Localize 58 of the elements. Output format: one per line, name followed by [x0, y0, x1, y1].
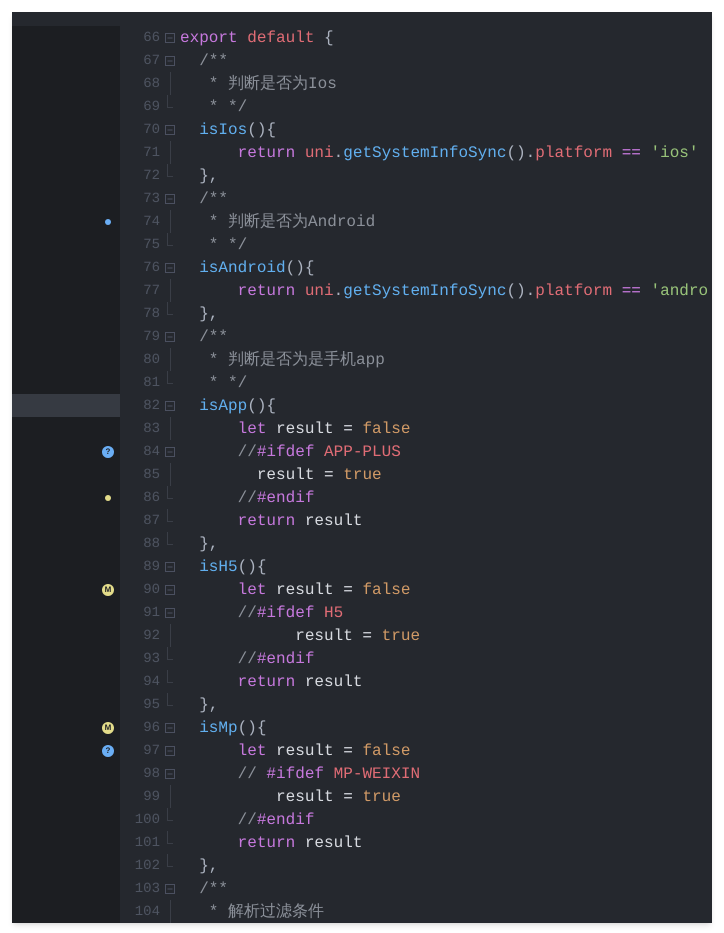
- code-line: isAndroid(){: [198, 260, 314, 276]
- code-line: //#ifdef APP-PLUS: [236, 444, 401, 460]
- status-badge: ?: [102, 744, 114, 756]
- status-badge: ?: [102, 446, 114, 458]
- code-line: /**: [198, 880, 228, 896]
- code-line: // #ifdef MP-WEIXIN: [236, 766, 420, 782]
- code-line: let result = false: [236, 582, 410, 598]
- code-line: result = true: [294, 628, 420, 644]
- code-line: * 解析过滤条件: [208, 904, 324, 920]
- code-line: },: [198, 168, 218, 184]
- fold-icon[interactable]: [165, 722, 175, 732]
- code-line: isIos(){: [198, 122, 276, 138]
- code-line: let result = false: [236, 742, 410, 758]
- fold-icon[interactable]: [165, 884, 175, 894]
- fold-icon[interactable]: [165, 332, 175, 342]
- fold-icon[interactable]: [165, 262, 175, 272]
- code-line: //#endif: [236, 812, 314, 828]
- code-line: /**: [198, 52, 228, 68]
- fold-icon[interactable]: [165, 124, 175, 134]
- status-badge: M: [102, 584, 114, 596]
- code-line: * */: [208, 98, 248, 114]
- code-line: },: [198, 306, 218, 322]
- fold-icon[interactable]: [165, 584, 175, 594]
- code-line: export default {: [180, 30, 334, 46]
- code-line: return result: [236, 834, 362, 850]
- fold-icon[interactable]: [165, 562, 175, 572]
- code-line: * 判断是否为是手机app: [208, 352, 385, 368]
- code-line: * 判断是否为Android: [208, 214, 376, 230]
- code-line: isMp(){: [198, 720, 266, 736]
- code-line: result = true: [275, 788, 401, 804]
- code-line: },: [198, 536, 218, 552]
- code-line: * */: [208, 236, 248, 252]
- code-line: },: [198, 696, 218, 712]
- code-line: return uni.getSystemInfoSync().platform == 'andro: [236, 282, 708, 298]
- fold-icon[interactable]: [165, 32, 175, 42]
- code-line: //#ifdef H5: [236, 604, 344, 620]
- code-line: * */: [208, 374, 248, 390]
- fold-icon[interactable]: [165, 746, 175, 756]
- code-line: /**: [198, 328, 228, 344]
- code-line: let result = false: [236, 420, 410, 436]
- fold-icon[interactable]: [165, 446, 175, 456]
- code-line: isApp(){: [198, 398, 276, 414]
- code-line: return uni.getSystemInfoSync().platform == 'ios': [236, 144, 699, 160]
- status-badge: M: [102, 722, 114, 734]
- fold-icon[interactable]: [165, 194, 175, 204]
- fold-icon[interactable]: [165, 56, 175, 66]
- code-line: result = true: [256, 466, 382, 482]
- code-line: //#endif: [236, 650, 314, 666]
- code-line: //#endif: [236, 490, 314, 506]
- code-line: * 判断是否为Ios: [208, 76, 337, 92]
- code-line: return result: [236, 512, 362, 528]
- code-line: },: [198, 858, 218, 874]
- fold-icon[interactable]: [165, 608, 175, 618]
- code-line: return result: [236, 674, 362, 690]
- fold-icon[interactable]: [165, 768, 175, 778]
- code-line: /**: [198, 190, 228, 206]
- code-line: isH5(){: [198, 558, 266, 574]
- fold-icon[interactable]: [165, 400, 175, 410]
